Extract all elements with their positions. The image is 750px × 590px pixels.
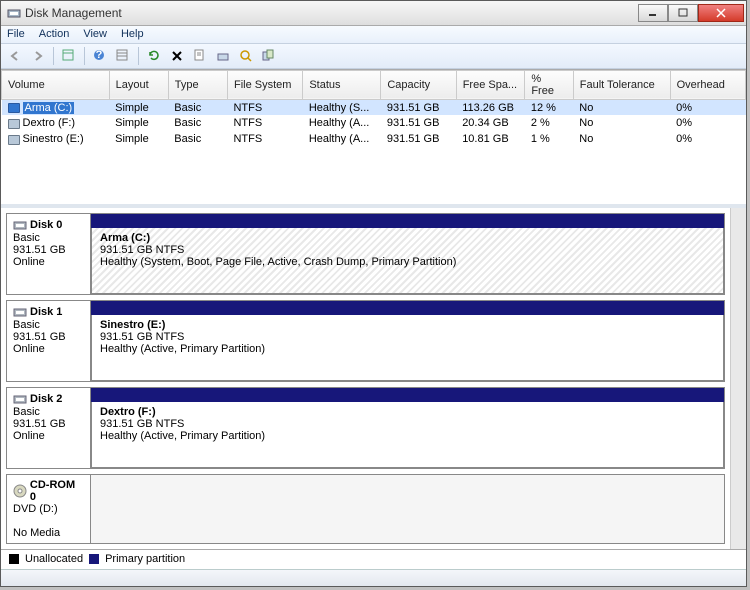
help-button[interactable]: ? (90, 46, 110, 66)
list-button[interactable] (113, 46, 133, 66)
toolbar: ? (1, 44, 746, 69)
disk-volume-area[interactable] (91, 475, 724, 543)
menu-file[interactable]: File (7, 28, 25, 40)
disk-volume-area[interactable]: Arma (C:)931.51 GB NTFSHealthy (System, … (91, 214, 724, 294)
properties-button[interactable] (190, 46, 210, 66)
column-header[interactable]: Capacity (381, 70, 456, 99)
action1-button[interactable] (213, 46, 233, 66)
disk-label[interactable]: CD-ROM 0DVD (D:)No Media (7, 475, 91, 543)
column-header[interactable]: File System (227, 70, 302, 99)
app-icon (7, 6, 21, 20)
menu-help[interactable]: Help (121, 28, 144, 40)
volume-icon (8, 135, 20, 145)
legend-label-unallocated: Unallocated (25, 553, 83, 565)
disk-list: Disk 0Basic931.51 GBOnlineArma (C:)931.5… (1, 208, 730, 549)
minimize-button[interactable] (638, 4, 668, 22)
legend-label-primary: Primary partition (105, 553, 185, 565)
action3-button[interactable] (259, 46, 279, 66)
disk-label[interactable]: Disk 0Basic931.51 GBOnline (7, 214, 91, 294)
column-header[interactable]: Overhead (670, 70, 745, 99)
volume-icon (8, 103, 20, 113)
volume-row[interactable]: Sinestro (E:)SimpleBasicNTFSHealthy (A..… (2, 131, 746, 147)
column-header[interactable]: % Free (525, 70, 573, 99)
legend-swatch-primary (89, 554, 99, 564)
column-header[interactable]: Fault Tolerance (573, 70, 670, 99)
forward-button[interactable] (28, 46, 48, 66)
disk-map-pane: Disk 0Basic931.51 GBOnlineArma (C:)931.5… (1, 208, 746, 549)
disk-volume-area[interactable]: Dextro (F:)931.51 GB NTFSHealthy (Active… (91, 388, 724, 468)
column-header[interactable]: Layout (109, 70, 168, 99)
refresh-button[interactable] (144, 46, 164, 66)
disk-row: Disk 2Basic931.51 GBOnlineDextro (F:)931… (6, 387, 725, 469)
menubar: File Action View Help (1, 26, 746, 45)
volume-icon (8, 119, 20, 129)
titlebar[interactable]: Disk Management (1, 1, 746, 26)
scrollbar[interactable] (730, 208, 746, 549)
disk-row: Disk 1Basic931.51 GBOnlineSinestro (E:)9… (6, 300, 725, 382)
disk-label[interactable]: Disk 2Basic931.51 GBOnline (7, 388, 91, 468)
volume-row[interactable]: Dextro (F:)SimpleBasicNTFSHealthy (A...9… (2, 115, 746, 131)
volume-table: VolumeLayoutTypeFile SystemStatusCapacit… (1, 70, 746, 148)
disk-volume-area[interactable]: Sinestro (E:)931.51 GB NTFSHealthy (Acti… (91, 301, 724, 381)
content: VolumeLayoutTypeFile SystemStatusCapacit… (1, 69, 746, 569)
legend-swatch-unallocated (9, 554, 19, 564)
volume-row[interactable]: Arma (C:)SimpleBasicNTFSHealthy (S...931… (2, 99, 746, 115)
delete-button[interactable] (167, 46, 187, 66)
menu-view[interactable]: View (83, 28, 107, 40)
disk-row: CD-ROM 0DVD (D:)No Media (6, 474, 725, 544)
statusbar (1, 569, 746, 586)
window-title: Disk Management (25, 6, 638, 20)
disk-row: Disk 0Basic931.51 GBOnlineArma (C:)931.5… (6, 213, 725, 295)
column-header[interactable]: Status (303, 70, 381, 99)
column-header[interactable]: Volume (2, 70, 110, 99)
column-header[interactable]: Type (168, 70, 227, 99)
column-header[interactable]: Free Spa... (456, 70, 525, 99)
menu-action[interactable]: Action (39, 28, 70, 40)
close-button[interactable] (698, 4, 744, 22)
legend: Unallocated Primary partition (1, 549, 746, 569)
action2-button[interactable] (236, 46, 256, 66)
disk-label[interactable]: Disk 1Basic931.51 GBOnline (7, 301, 91, 381)
svg-text:?: ? (96, 49, 103, 61)
volume-list-pane: VolumeLayoutTypeFile SystemStatusCapacit… (1, 70, 746, 208)
maximize-button[interactable] (668, 4, 698, 22)
back-button[interactable] (5, 46, 25, 66)
window: Disk Management File Action View Help ? … (0, 0, 747, 587)
view-button[interactable] (59, 46, 79, 66)
